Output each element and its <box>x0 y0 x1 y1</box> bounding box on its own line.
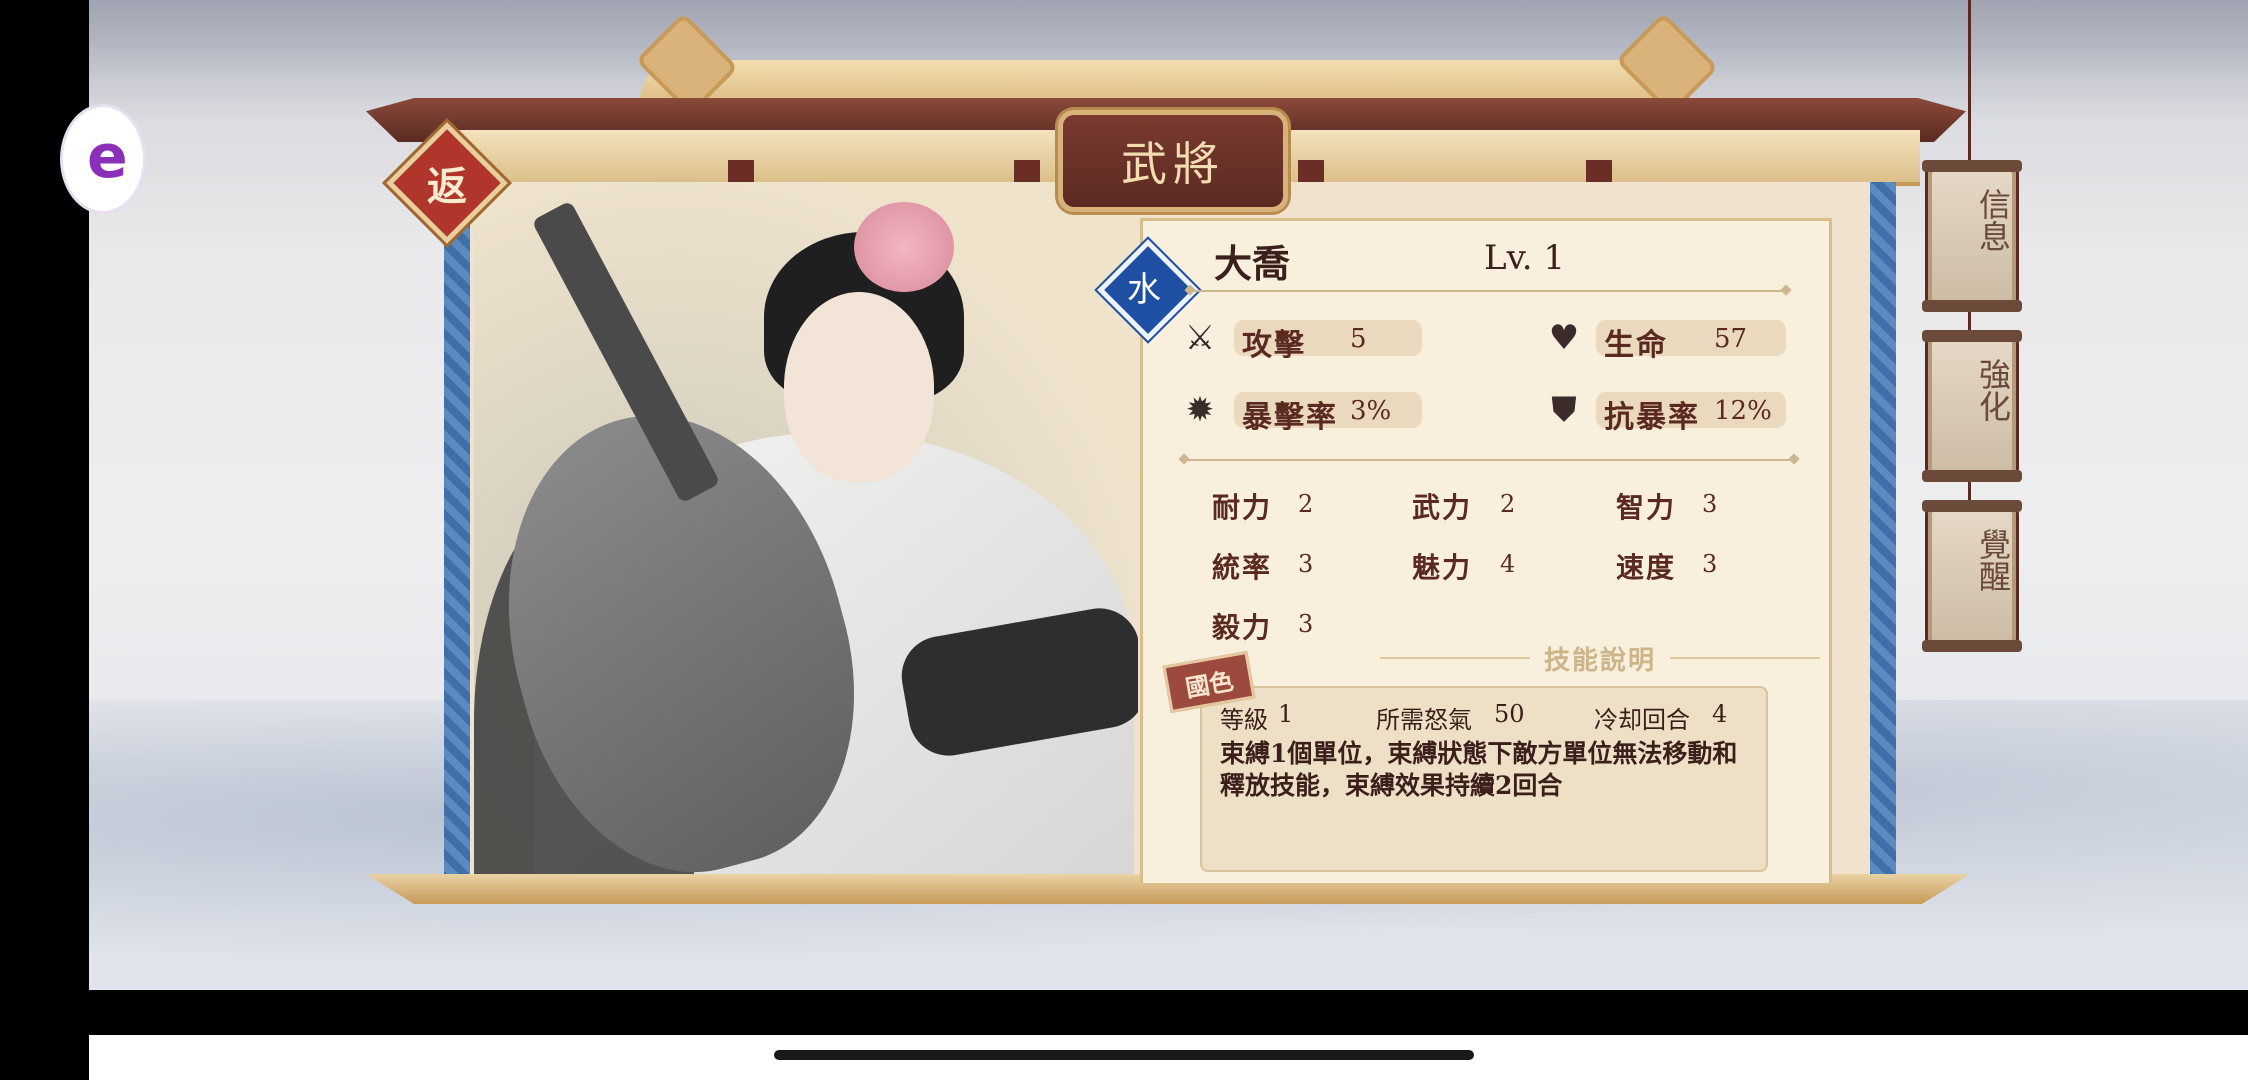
attr-value: 4 <box>1500 550 1516 578</box>
attr-label: 智力 <box>1616 491 1677 524</box>
divider <box>1184 459 1794 461</box>
hp-value: 57 <box>1714 324 1748 354</box>
attr-label: 毅力 <box>1212 611 1273 644</box>
tab-cap <box>1922 470 2022 482</box>
attr-value: 2 <box>1500 490 1516 518</box>
crit-resist-label: 抗暴率 <box>1604 400 1700 435</box>
skill-rage-label: 所需怒氣 <box>1376 706 1472 734</box>
attr-label: 統率 <box>1212 551 1273 584</box>
attack-label: 攻擊 <box>1242 328 1306 363</box>
attr-label: 耐力 <box>1212 491 1273 524</box>
skill-cooldown-label: 冷却回合 <box>1594 706 1690 734</box>
divider <box>1670 657 1821 659</box>
crit-rate-value: 3% <box>1350 396 1392 426</box>
hair-flower <box>854 202 954 292</box>
attack-value: 5 <box>1350 324 1367 354</box>
portrait-face <box>784 292 934 482</box>
sword-icon: ⚔ <box>1184 318 1216 358</box>
attr-value: 3 <box>1298 550 1314 578</box>
attr-value: 3 <box>1702 550 1718 578</box>
hero-level: Lv. 1 <box>1484 238 1565 278</box>
burst-icon: ✹ <box>1185 390 1215 430</box>
pillar-right <box>1870 182 1896 882</box>
tab-enhance-label: 強化 <box>1974 358 2012 422</box>
hero-name: 大喬 <box>1214 241 1291 286</box>
divider <box>1190 290 1786 292</box>
title-plaque: 武將 <box>1058 110 1288 212</box>
skill-cooldown-value: 4 <box>1712 700 1728 728</box>
tab-cap <box>1922 330 2022 342</box>
attr-label: 速度 <box>1616 551 1677 584</box>
heart-icon: ♥ <box>1548 318 1580 358</box>
water-element-icon: 水 <box>1127 269 1161 310</box>
tab-cap <box>1922 160 2022 172</box>
tab-awaken-label: 覺醒 <box>1974 528 2012 592</box>
attr-value: 2 <box>1298 490 1314 518</box>
skill-section-header: 技能說明 <box>1380 643 1821 676</box>
user-badge-glyph: e <box>87 122 128 192</box>
hero-portrait <box>474 182 1138 877</box>
tab-awaken[interactable]: 覺醒 <box>1922 500 2022 652</box>
bottom-black-bar <box>89 990 2248 1035</box>
tab-info[interactable]: 信息 <box>1922 160 2022 312</box>
skill-level-label: 等級 <box>1220 706 1268 734</box>
home-indicator[interactable] <box>774 1050 1474 1060</box>
tab-enhance[interactable]: 強化 <box>1922 330 2022 482</box>
back-button[interactable]: 返 <box>404 140 490 226</box>
tab-cap <box>1922 300 2022 312</box>
shield-icon: ⛊ <box>1551 390 1577 430</box>
crit-resist-value: 12% <box>1714 396 1772 426</box>
attr-label: 魅力 <box>1412 551 1473 584</box>
attr-value: 3 <box>1298 610 1314 638</box>
attr-value: 3 <box>1702 490 1718 518</box>
hp-label: 生命 <box>1604 328 1668 363</box>
skill-level-value: 1 <box>1278 700 1294 728</box>
tab-cap <box>1922 500 2022 512</box>
skill-rage-value: 50 <box>1494 700 1525 728</box>
tab-cap <box>1922 640 2022 652</box>
page-title: 武將 <box>1121 137 1225 191</box>
skill-description: 束縛1個單位，束縛狀態下敵方單位無法移動和釋放技能，束縛效果持續2回合 <box>1220 739 1738 800</box>
user-badge[interactable]: e <box>60 104 146 214</box>
attr-label: 武力 <box>1412 491 1473 524</box>
divider <box>1380 657 1530 659</box>
crit-rate-label: 暴擊率 <box>1242 400 1338 435</box>
skill-section-title: 技能說明 <box>1544 645 1657 676</box>
tab-info-label: 信息 <box>1974 188 2012 252</box>
pillar-left <box>444 182 470 882</box>
